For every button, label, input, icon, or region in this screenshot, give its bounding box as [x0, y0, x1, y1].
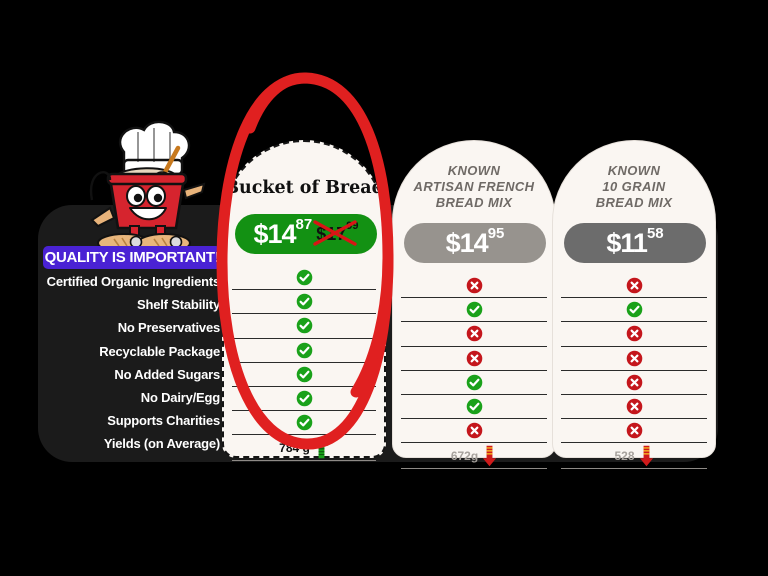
product-card-known-artisan-french-bread-mix[interactable]: KNOWN ARTISAN FRENCH BREAD MIX $1495 672g [392, 140, 556, 470]
yield-value: 784 g [279, 440, 310, 455]
price-original-cents: 99 [346, 219, 359, 232]
feature-label: Recyclable Package [99, 343, 220, 359]
cross-icon [626, 374, 642, 391]
feature-row [561, 371, 707, 395]
feature-row [561, 274, 707, 299]
cross-icon [626, 277, 642, 294]
yield-row: 528 [561, 443, 707, 470]
cross-icon [466, 422, 482, 439]
price-pill: $1158 [564, 223, 706, 263]
feature-row [561, 395, 707, 420]
feature-row [561, 322, 707, 347]
yield-value: 672g [450, 448, 479, 463]
yield-value: 528 [614, 448, 635, 463]
feature-row [232, 411, 376, 436]
yield-row: 784 g [232, 435, 376, 462]
quality-banner: QUALITY IS IMPORTANT! [43, 246, 221, 269]
price-current: $1487 [253, 216, 313, 250]
cross-icon [626, 326, 642, 342]
check-icon [296, 318, 312, 334]
price-dollars: $14 [253, 218, 296, 249]
check-icon [296, 366, 312, 383]
feature-row [232, 314, 376, 339]
feature-row [232, 266, 376, 291]
quality-banner-text: QUALITY IS IMPORTANT! [44, 249, 220, 266]
feature-row [401, 298, 547, 323]
cross-icon [626, 350, 642, 366]
check-icon [296, 414, 312, 431]
product-title: KNOWN ARTISAN FRENCH BREAD MIX [393, 163, 555, 211]
price-cents: 95 [487, 225, 505, 243]
check-icon [296, 342, 312, 358]
feature-label-column: Certified Organic Ingredients Shelf Stabi… [20, 270, 223, 456]
price-current: $1495 [445, 225, 505, 259]
product-title-line: KNOWN [447, 163, 501, 178]
feature-row [561, 298, 707, 323]
trend-up-arrow-icon [314, 437, 328, 459]
cross-icon [626, 398, 642, 415]
feature-rows: 528 [561, 274, 707, 470]
feature-row [401, 274, 547, 299]
feature-row [401, 371, 547, 395]
feature-label: Yields (on Average) [103, 436, 220, 452]
cross-icon [626, 422, 642, 439]
product-title-line: Bucket of Bread [224, 178, 384, 198]
yield-row: 672g [401, 443, 547, 470]
product-title: Bucket of Bread [224, 178, 384, 199]
product-title-line: KNOWN [607, 163, 661, 178]
check-icon [296, 293, 312, 310]
check-icon [626, 301, 642, 318]
feature-row [232, 363, 376, 387]
feature-rows: 672g [401, 274, 547, 470]
cross-icon [466, 350, 482, 366]
feature-label: Certified Organic Ingredients [46, 274, 221, 290]
product-title-line: BREAD MIX [595, 194, 673, 210]
product-card-known-10-grain-bread-mix[interactable]: KNOWN 10 GRAIN BREAD MIX $1158 528 [552, 140, 716, 470]
feature-row [401, 419, 547, 444]
cross-icon [466, 326, 482, 342]
check-icon [296, 269, 312, 286]
bread-bucket-chef-mascot [52, 108, 212, 258]
price-cents: 58 [646, 225, 664, 243]
comparison-infographic: QUALITY IS IMPORTANT! Certified Organic … [0, 0, 768, 576]
feature-row [561, 347, 707, 371]
feature-label: No Preservatives [117, 320, 221, 336]
price-pill: $1495 [404, 223, 546, 263]
feature-row [401, 322, 547, 347]
feature-label: Shelf Stability [137, 297, 220, 313]
feature-label: No Dairy/Egg [140, 390, 220, 406]
price-cents: 87 [295, 216, 313, 234]
feature-row [232, 339, 376, 363]
price-original-struck: $1799 [313, 220, 359, 246]
trend-down-arrow-icon [639, 445, 653, 467]
feature-row [232, 290, 376, 315]
feature-row [561, 419, 707, 444]
price-dollars: $11 [606, 227, 648, 258]
check-icon [466, 398, 482, 415]
price-pill: $1487 $1799 [235, 214, 377, 254]
feature-row [401, 395, 547, 420]
feature-rows: 784 g [232, 266, 376, 462]
check-icon [296, 390, 312, 407]
trend-down-arrow-icon [483, 445, 497, 467]
product-title-line: BREAD MIX [435, 194, 513, 210]
feature-row [401, 347, 547, 371]
feature-label: Supports Charities [107, 413, 220, 429]
product-title-line: ARTISAN FRENCH [413, 178, 535, 194]
price-current: $1158 [606, 225, 664, 259]
product-card-bucket-of-bread[interactable]: Bucket of Bread $1487 $1799 784 g [222, 140, 386, 462]
feature-row [232, 387, 376, 412]
feature-label: No Added Sugars [114, 366, 220, 382]
product-title-line: 10 GRAIN [602, 178, 666, 194]
check-icon [466, 374, 482, 391]
product-title: KNOWN 10 GRAIN BREAD MIX [553, 163, 715, 211]
check-icon [466, 301, 482, 318]
price-dollars: $14 [445, 227, 489, 258]
cross-icon [466, 277, 482, 294]
price-original-dollars: $17 [316, 223, 347, 244]
